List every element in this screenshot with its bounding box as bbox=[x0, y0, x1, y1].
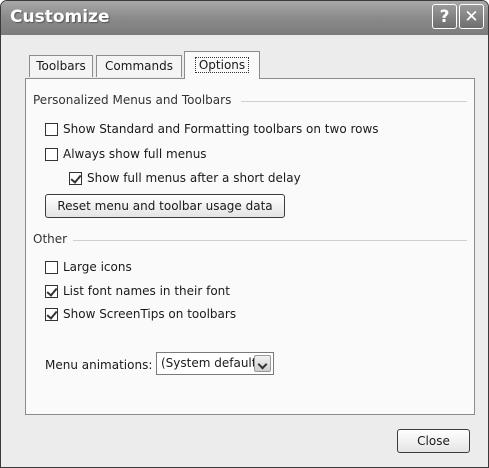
option-two-rows[interactable]: Show Standard and Formatting toolbars on… bbox=[45, 121, 379, 137]
tab-options[interactable]: Options bbox=[184, 51, 260, 79]
large-icons-label: Large icons bbox=[63, 260, 132, 274]
option-large-icons[interactable]: Large icons bbox=[45, 259, 132, 275]
tab-toolbars-label: Toolbars bbox=[36, 59, 86, 73]
reset-usage-label: Reset menu and toolbar usage data bbox=[57, 199, 273, 213]
option-delay-menus[interactable]: Show full menus after a short delay bbox=[69, 170, 301, 186]
full-menus-checkbox[interactable] bbox=[45, 147, 58, 161]
option-full-menus[interactable]: Always show full menus bbox=[45, 146, 207, 162]
delay-menus-checkbox[interactable] bbox=[69, 171, 82, 185]
close-icon: ✕ bbox=[464, 7, 479, 27]
option-screentips[interactable]: Show ScreenTips on toolbars bbox=[45, 306, 236, 322]
menu-animations-value: (System default) bbox=[161, 356, 262, 370]
help-button[interactable]: ? bbox=[432, 4, 457, 29]
close-button-label: Close bbox=[417, 434, 450, 448]
other-heading: Other bbox=[33, 232, 74, 246]
delay-menus-label: Show full menus after a short delay bbox=[87, 171, 301, 185]
tab-commands-label: Commands bbox=[105, 59, 173, 73]
group-divider bbox=[71, 240, 467, 241]
two-rows-label: Show Standard and Formatting toolbars on… bbox=[63, 122, 379, 136]
dialog-title: Customize bbox=[10, 7, 110, 27]
screentips-checkbox[interactable] bbox=[45, 307, 58, 321]
two-rows-checkbox[interactable] bbox=[45, 122, 58, 136]
close-button[interactable]: Close bbox=[397, 429, 470, 453]
font-names-label: List font names in their font bbox=[63, 284, 230, 298]
tab-commands[interactable]: Commands bbox=[96, 55, 182, 77]
window-close-button[interactable]: ✕ bbox=[459, 4, 484, 29]
chevron-down-icon[interactable] bbox=[254, 355, 271, 372]
font-names-checkbox[interactable] bbox=[45, 284, 58, 298]
tab-options-label: Options bbox=[194, 57, 250, 73]
option-font-names[interactable]: List font names in their font bbox=[45, 283, 230, 299]
large-icons-checkbox[interactable] bbox=[45, 260, 58, 274]
menu-animations-select[interactable]: (System default) bbox=[156, 352, 274, 375]
screentips-label: Show ScreenTips on toolbars bbox=[63, 307, 237, 321]
tab-toolbars[interactable]: Toolbars bbox=[29, 55, 93, 77]
reset-usage-button[interactable]: Reset menu and toolbar usage data bbox=[45, 194, 285, 218]
group-divider bbox=[241, 101, 467, 102]
customize-dialog: Customize ? ✕ Toolbars Commands Options … bbox=[0, 0, 489, 468]
menu-animations-label: Menu animations: bbox=[45, 358, 153, 372]
full-menus-label: Always show full menus bbox=[63, 147, 207, 161]
personalized-heading: Personalized Menus and Toolbars bbox=[33, 93, 238, 107]
help-icon: ? bbox=[439, 7, 450, 27]
title-bar[interactable]: Customize ? ✕ bbox=[1, 1, 488, 35]
